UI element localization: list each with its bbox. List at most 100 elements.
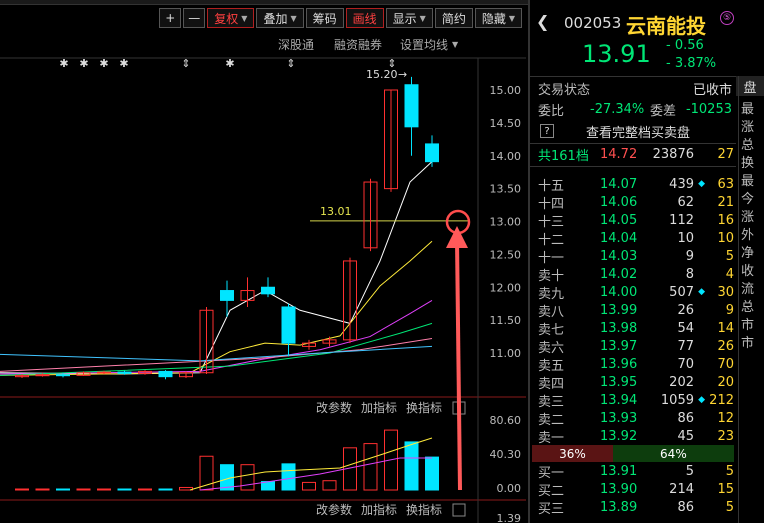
ask-level-row[interactable]: 卖十 14.02 8 4 [530, 265, 736, 284]
ask-level-row[interactable]: 十一 14.03 9 5 [530, 247, 736, 266]
ask-level-row[interactable]: 卖九 14.00 507 ◆ 30 [530, 283, 736, 302]
drawn-level-label: 13.01 [320, 205, 352, 218]
ask-level-row[interactable]: 十二 14.04 10 10 [530, 229, 736, 248]
chips-button[interactable]: 筹码 [305, 8, 344, 28]
ask-level-row[interactable]: 卖六 13.97 77 26 [530, 337, 736, 356]
level-label: 卖二 [538, 412, 565, 428]
weibi-value: -27.34% [590, 101, 645, 117]
level-price: 14.06 [600, 194, 638, 210]
level-volume: 77 [677, 338, 694, 354]
ask-level-row[interactable]: 卖七 13.98 54 14 [530, 319, 736, 338]
side-column: 最涨总换最今涨外净收流总市市 [738, 76, 764, 523]
level-count: 26 [717, 338, 734, 354]
side-item: 最 [741, 174, 755, 189]
quote-panel: ❮ 002053 云南能投 ⑤ 13.91 - 0.56 - 3.87% 交易状… [530, 0, 764, 523]
annotation-arrow-shaft [455, 239, 462, 491]
display-dropdown[interactable]: 显示 ▼ [385, 8, 433, 28]
level-price: 13.92 [600, 428, 638, 444]
zoom-in-button[interactable]: + [159, 8, 182, 28]
level-price: 13.98 [600, 320, 638, 336]
fuquan-dropdown[interactable]: 复权 ▼ [207, 8, 255, 28]
event-arrow-icon: ⇕ [286, 57, 295, 70]
side-item: 市 [741, 336, 755, 351]
ask-level-row[interactable]: 卖四 13.95 202 20 [530, 373, 736, 392]
zoom-out-button[interactable]: — [183, 8, 206, 28]
ask-level-row[interactable]: 十三 14.05 112 16 [530, 211, 736, 230]
event-star-icon: ✱ [79, 57, 88, 70]
level-volume: 439 [669, 176, 694, 192]
volume-bar [158, 488, 173, 491]
total-price: 14.72 [600, 146, 638, 162]
level-volume: 202 [669, 374, 694, 390]
level-label: 买二 [538, 483, 565, 499]
close-icon[interactable] [452, 503, 466, 517]
percent-change: - 3.87% [666, 56, 717, 71]
overlay-dropdown[interactable]: 叠加 ▼ [256, 8, 304, 28]
indicator-button[interactable]: 加指标 [361, 400, 397, 415]
price-axis-tick: 11.50 [490, 314, 522, 327]
level-price: 14.00 [600, 284, 638, 300]
side-item: 总 [741, 138, 755, 153]
draw-line-button[interactable]: 画线 [345, 8, 384, 28]
overlay-label: 叠加 [263, 11, 288, 26]
help-icon[interactable]: ? [540, 124, 554, 138]
candle-body [404, 84, 419, 128]
side-item: 收 [741, 264, 755, 279]
indicator-button[interactable]: 改参数 [316, 400, 352, 415]
hide-dropdown[interactable]: 隐藏 ▼ [474, 8, 522, 28]
level-label: 十一 [538, 250, 565, 266]
ask-level-row[interactable]: 卖三 13.94 1059 ◆ 212 [530, 391, 736, 410]
total-levels: 共161档 [538, 148, 589, 164]
level-volume: 62 [677, 194, 694, 210]
level-count: 212 [709, 392, 734, 408]
level-label: 十二 [538, 232, 565, 248]
level-label: 十五 [538, 178, 565, 194]
price-axis-tick: 14.50 [490, 117, 522, 130]
last-price: 13.91 [582, 40, 651, 68]
volume-bar [281, 463, 296, 491]
big-order-icon: ◆ [698, 179, 705, 189]
volume-axis-tick: 80.60 [490, 414, 522, 427]
volume-axis-tick: 40.30 [490, 448, 522, 461]
price-axis-tick: 13.00 [490, 216, 522, 229]
high-arrow-icon: → [398, 68, 407, 81]
indicator-button-2[interactable]: 加指标 [361, 502, 397, 517]
level-count: 20 [717, 374, 734, 390]
indicator-button[interactable]: 换指标 [406, 400, 442, 415]
ask-level-row[interactable]: 卖八 13.99 26 9 [530, 301, 736, 320]
volume-bar [138, 488, 152, 491]
level-badge: ⑤ [720, 11, 734, 25]
ask-level-row[interactable]: 卖一 13.92 45 23 [530, 427, 736, 446]
full-book-row[interactable]: ? 查看完整档买卖盘 [530, 121, 736, 141]
level-volume: 54 [677, 320, 694, 336]
level-label: 卖四 [538, 376, 565, 392]
level-count: 5 [725, 499, 734, 515]
ma-line-2 [0, 299, 433, 375]
price-axis-tick: 15.00 [490, 84, 522, 97]
volume-bar [363, 443, 378, 491]
level-price: 14.05 [600, 212, 638, 228]
status-value: 已收市 [692, 82, 732, 98]
bid-level-row[interactable]: 买二 13.90 214 15 [530, 480, 736, 499]
trading-app: + — 复权 ▼ 叠加 ▼ 筹码 画线 显示 ▼ 简约 隐藏 ▼ 深股通 融资融券 设置… [0, 0, 764, 523]
ask-level-row[interactable]: 十四 14.06 62 21 [530, 193, 736, 212]
simple-button[interactable]: 简约 [434, 8, 473, 28]
level-volume: 112 [669, 212, 694, 228]
bid-level-row[interactable]: 买三 13.89 86 5 [530, 498, 736, 517]
indicator-button-2[interactable]: 换指标 [406, 502, 442, 517]
candle-body [425, 143, 439, 163]
divider [530, 76, 736, 77]
bottom-axis-tick: 1.39 [497, 512, 522, 523]
back-arrow-icon[interactable]: ❮ [536, 12, 549, 31]
full-book-link[interactable]: 查看完整档买卖盘 [586, 122, 690, 141]
kline-chart[interactable]: 15.00 14.50 14.00 13.50 13.00 12.50 12.00 11.50… [0, 30, 526, 523]
level-price: 13.99 [600, 302, 638, 318]
ask-level-row[interactable]: 卖二 13.93 86 12 [530, 409, 736, 428]
level-count: 70 [717, 356, 734, 372]
indicator-button-2[interactable]: 改参数 [316, 502, 352, 517]
ask-level-row[interactable]: 十五 14.07 439 ◆ 63 [530, 175, 736, 194]
bid-level-row[interactable]: 买一 13.91 5 5 [530, 462, 736, 481]
level-label: 卖十 [538, 268, 565, 284]
candle-body [35, 374, 50, 377]
ask-level-row[interactable]: 卖五 13.96 70 70 [530, 355, 736, 374]
